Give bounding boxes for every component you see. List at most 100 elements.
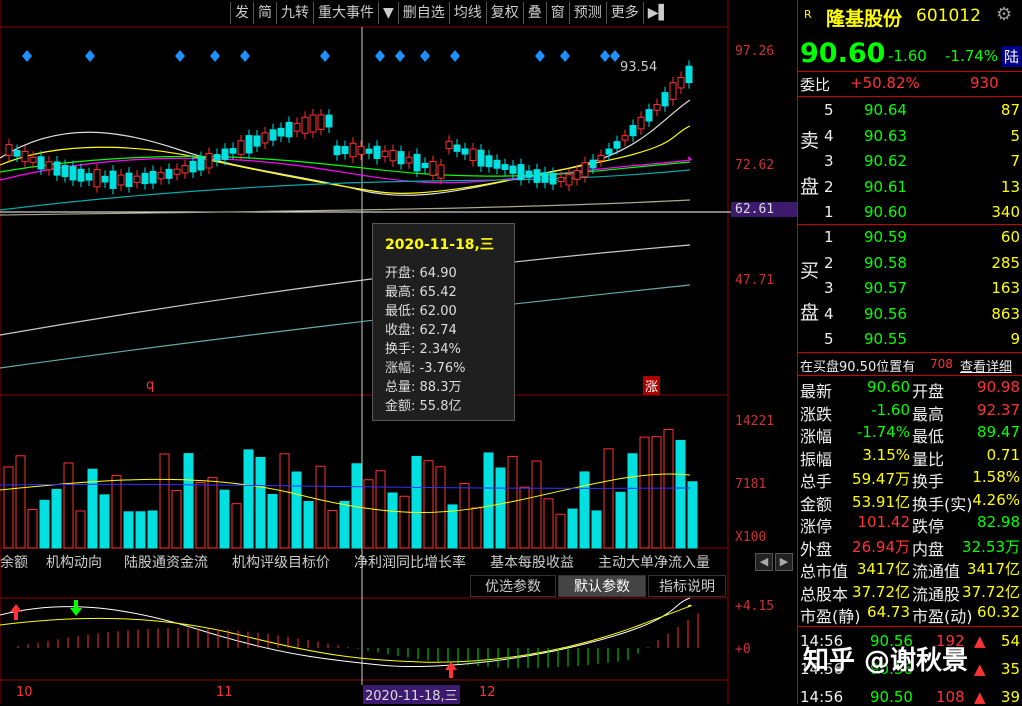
sell-price[interactable]: 90.63 [864,127,907,145]
buy-price[interactable]: 90.58 [864,254,907,272]
toolbar-jian[interactable]: 简 [253,2,276,24]
candle-body [101,175,109,183]
stat-value: 82.98 [977,513,1020,531]
stock-name: 隆基股份 [826,8,903,30]
stat-label: 开盘 [912,382,945,401]
toolbar-forecast[interactable]: 预测 [568,2,606,24]
candle-body [389,149,397,162]
candle-body [165,168,173,179]
candle-body [445,140,453,149]
stat-label: 跌停 [912,517,945,536]
candle-body [293,122,301,132]
buy-price[interactable]: 90.56 [864,305,907,323]
candle-body [677,77,685,89]
buy-volume: 60 [1000,228,1020,246]
volume-bar [255,456,266,549]
candle-body [69,166,77,181]
sell-volume: 5 [1010,126,1020,145]
candle-body [285,121,293,138]
volume-bar [663,428,674,549]
candle-body [149,170,157,184]
stat-label: 涨幅 [800,427,833,446]
tab-balance[interactable]: 余额 [0,552,28,574]
candle-body [197,156,205,171]
chart-area[interactable]: 发 简 九转 重大事件 ▼ 删自选 均线 复权 叠 窗 预测 更多 ▶▌ 97.… [0,0,797,704]
marker-zhang: 涨 [643,376,661,395]
scroll-left-icon[interactable]: ◀ [755,553,773,571]
buy-volume: 9 [1010,330,1020,348]
optimal-params-button[interactable]: 优选参数 [470,575,556,597]
moving-average-line [0,244,691,336]
candle-body [541,172,549,183]
weibi-label: 委比 [800,76,831,94]
tab-institution[interactable]: 机构动向 [46,552,102,574]
candle-body [397,151,405,165]
tab-eps[interactable]: 基本每股收益 [490,552,574,574]
candle-body [509,165,517,174]
tab-big-order[interactable]: 主动大单净流入量 [598,552,710,574]
notice-detail-link[interactable]: 查看详细 [960,356,1012,375]
candle-body [517,164,525,181]
candle-body [373,145,381,159]
toolbar-expand-icon[interactable]: ▶▌ [642,2,674,24]
buy-price[interactable]: 90.57 [864,279,907,297]
stat-value: 90.60 [867,378,910,396]
toolbar-fa[interactable]: 发 [230,2,253,24]
gear-icon[interactable]: ⚙ [996,4,1012,25]
sell-price[interactable]: 90.62 [864,152,907,170]
toolbar-events[interactable]: 重大事件 [313,2,378,24]
volume-bar [543,498,554,549]
sell-price[interactable]: 90.64 [864,101,907,119]
sell-volume: 340 [991,203,1020,221]
volume-bar [651,436,662,549]
toolbar-dropdown-icon[interactable]: ▼ [378,2,398,24]
stat-label: 总市值 [800,562,849,581]
candle-body [613,141,621,149]
toolbar-overlay[interactable]: 叠 [522,2,546,24]
quote-panel: R 隆基股份 601012 ⚙ 90.60 -1.60 -1.74% 陆 委比 … [797,0,1022,706]
volume-bar [207,477,218,549]
toolbar-window[interactable]: 窗 [545,2,569,24]
toolbar-adjust[interactable]: 复权 [485,2,523,24]
sell-price[interactable]: 90.61 [864,178,907,196]
tick-count: 39 [1000,688,1020,706]
candle-body [157,172,165,180]
candle-body [581,162,589,178]
tooltip-title: 2020-11-18,三 [385,237,494,253]
stat-label: 换手(实) [912,494,973,514]
buy-price[interactable]: 90.55 [864,330,907,348]
tab-profit-growth[interactable]: 净利润同比增长率 [354,552,466,574]
scroll-right-icon[interactable]: ▶ [775,553,793,571]
buy-price[interactable]: 90.59 [864,228,907,246]
default-params-button[interactable]: 默认参数 [558,575,646,597]
candle-body [269,129,277,141]
candle-body [77,168,85,182]
stock-code: 601012 [916,6,981,26]
sell-volume: 87 [1000,101,1020,119]
candle-body [477,149,485,167]
toolbar-jiuzhuan[interactable]: 九转 [276,2,313,24]
candle-body [213,154,221,161]
tooltip-row: 涨幅: -3.76% [385,361,466,376]
sell-price[interactable]: 90.60 [864,203,907,221]
tooltip-row: 开盘: 64.90 [385,266,457,281]
toolbar-more[interactable]: 更多 [605,2,643,24]
indicator-help-button[interactable]: 指标说明 [648,575,726,597]
sell-level: 4 [824,126,834,145]
event-diamond-icon [375,50,385,62]
volume-bar [327,510,338,549]
volume-bar [27,509,38,549]
candle-body [557,176,565,183]
candle-body [133,175,141,184]
stat-label: 最新 [800,382,833,401]
toolbar-remove-watch[interactable]: 删自选 [397,2,449,24]
tooltip-row: 收盘: 62.74 [385,323,457,338]
volume-bar [495,467,506,549]
tab-northbound[interactable]: 陆股通资金流 [124,552,208,574]
volume-bar [615,491,626,549]
toolbar-ma[interactable]: 均线 [448,2,486,24]
tab-rating[interactable]: 机构评级目标价 [232,552,330,574]
price-crosshair-label: 62.61 [731,202,797,217]
price-axis-label: 97.26 [735,44,775,59]
volume-bar [387,492,398,549]
